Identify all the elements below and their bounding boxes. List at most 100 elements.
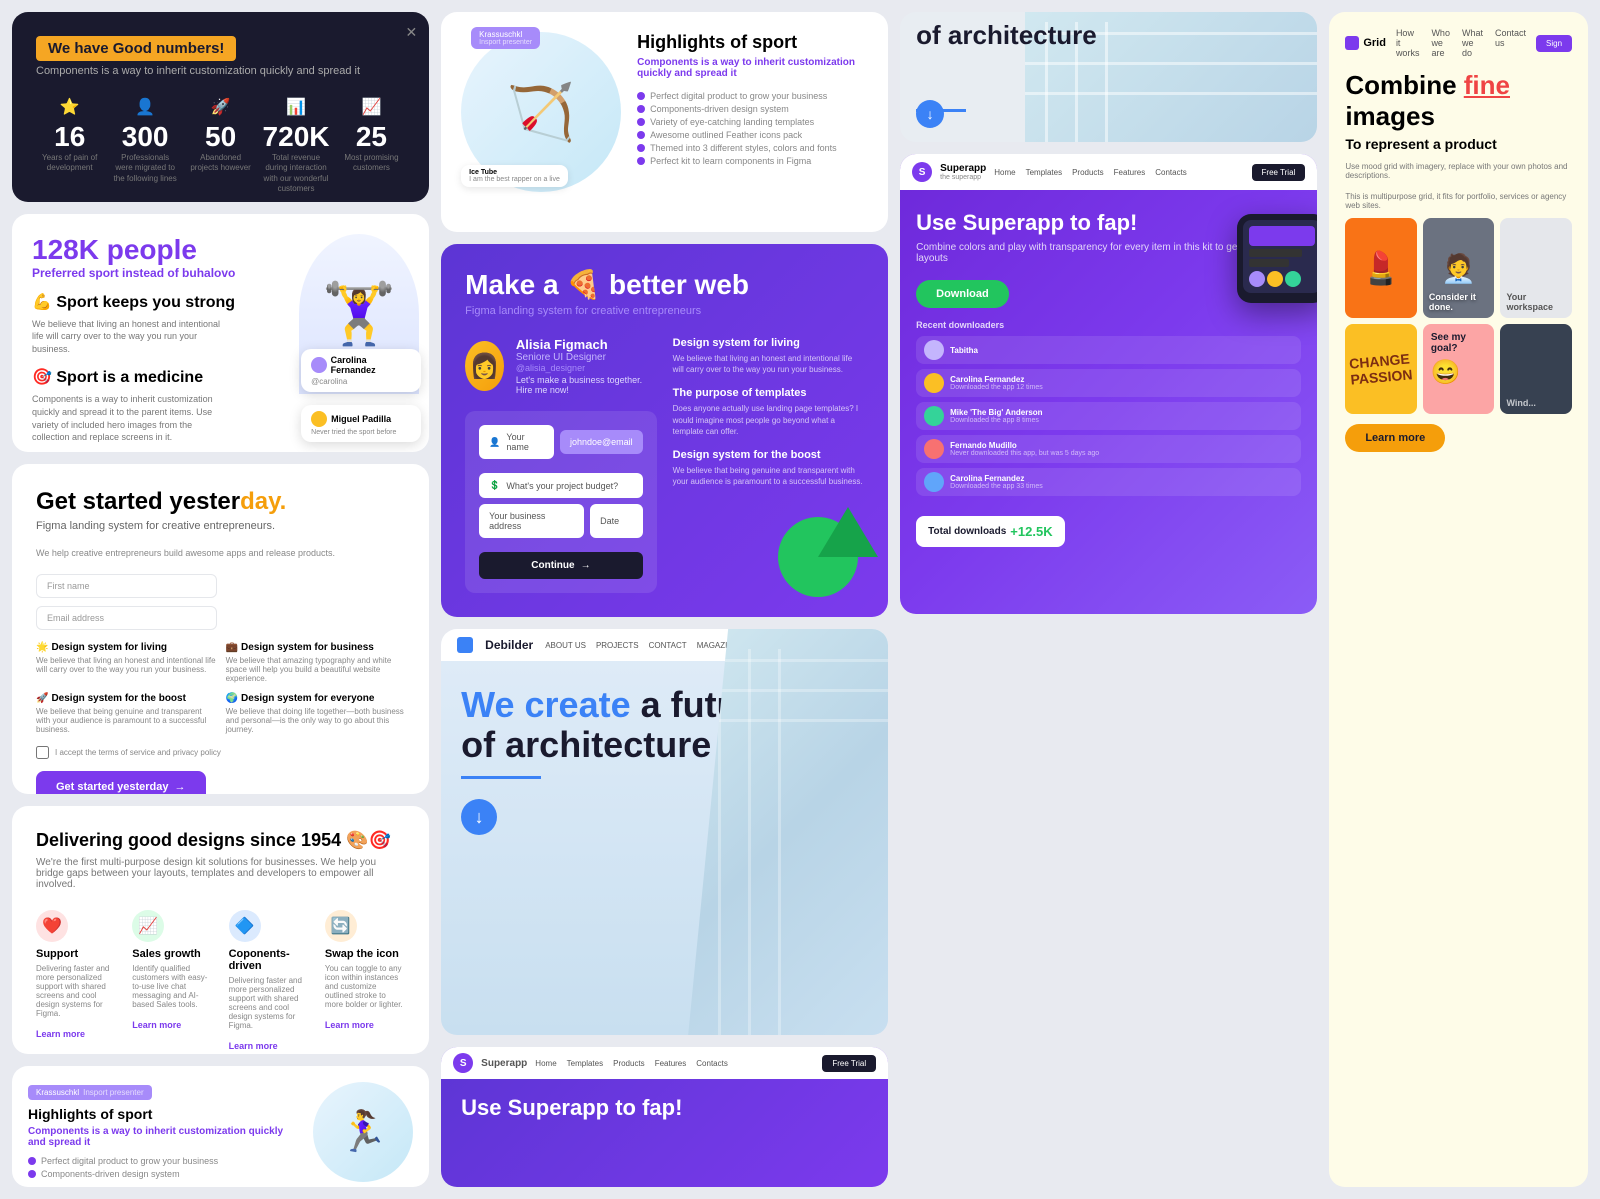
snav-features[interactable]: Features (655, 1059, 687, 1068)
snav-home[interactable]: Home (535, 1059, 556, 1068)
image-grid: 💄 🧑‍💼 Consider it done. Your workspace C… (1345, 218, 1572, 414)
budget-input[interactable]: 💲 What's your project budget? (479, 473, 642, 498)
phone-screen (1243, 220, 1317, 293)
recent-downloaders: Recent downloaders Tabitha Carolina Fern… (916, 320, 1301, 496)
stat-label-prof: Professionals were migrated to the follo… (111, 153, 178, 184)
grid-nav-works[interactable]: How it works (1396, 28, 1420, 58)
user-badge: Krassuschkl Insport presenter (28, 1085, 152, 1100)
continue-button[interactable]: Continue → (479, 552, 642, 579)
hero-badge-2-name: Ice Tube (469, 169, 560, 176)
highlight-image-small: 🏃‍♀️ (313, 1082, 413, 1182)
wind-content: Wind... (1500, 324, 1572, 414)
name-input-row: 👤 Your name johndoe@email (479, 425, 642, 465)
stat-number-prof: 300 (111, 121, 178, 153)
hero-badge-2: Ice Tube I am the best rapper on a live (461, 165, 568, 187)
address-date-row: Your business address Date (479, 504, 642, 544)
grid-signup-button[interactable]: Sign (1536, 35, 1572, 52)
superapp-bottom-cta[interactable]: Free Trial (822, 1055, 876, 1072)
close-icon[interactable]: ✕ (405, 24, 417, 41)
stats-grid: ⭐ 16 Years of pain of development 👤 300 … (36, 97, 405, 195)
profile-info: Alisia Figmach Seniore UI Designer @alis… (516, 337, 657, 395)
phone-bar-3 (1249, 259, 1289, 267)
grid-nav-whatwe[interactable]: What we do (1462, 28, 1483, 58)
download-button[interactable]: Download (916, 280, 1009, 308)
sales-learn-more[interactable]: Learn more (132, 1020, 181, 1030)
components-title: Coponents-driven (229, 948, 309, 972)
snav-products[interactable]: Products (613, 1059, 645, 1068)
terms-checkbox[interactable] (36, 746, 49, 759)
feature-living: 🌟Design system for living We believe tha… (36, 642, 216, 683)
architecture-main-card: Debilder ABOUT US PROJECTS CONTACT MAGAZ… (441, 629, 888, 1035)
email-input[interactable]: Email address (36, 606, 217, 630)
arch-blue-bar (461, 776, 541, 779)
stat-professionals: 👤 300 Professionals were migrated to the… (111, 97, 178, 195)
superapp-cta-button[interactable]: Free Trial (1252, 164, 1306, 181)
snav-templates[interactable]: Templates (567, 1059, 603, 1068)
learn-more-button[interactable]: Learn more (1345, 424, 1445, 452)
profile-handle: @alisia_designer (516, 363, 657, 373)
nav-contact[interactable]: CONTACT (649, 641, 687, 650)
check-dot-1 (28, 1157, 36, 1165)
superapp-nav-features[interactable]: Features (1114, 168, 1146, 177)
downloader-info-1: Carolina Fernandez Downloaded the app 12… (950, 375, 1043, 391)
downloader-avatar-0 (924, 340, 944, 360)
sport-strong-text: We believe that living an honest and int… (32, 318, 232, 356)
downloader-info-2: Mike 'The Big' Anderson Downloaded the a… (950, 408, 1042, 424)
email-input-web[interactable]: johndoe@email (560, 430, 643, 454)
components-learn-more[interactable]: Learn more (229, 1041, 278, 1051)
user-handle-2: Never tried the sport before (311, 429, 411, 436)
img-change: CHANGEPASSION (1345, 324, 1417, 414)
highlights-bottom-tagline: Components is a way to inherit customiza… (28, 1126, 291, 1148)
person-icon: 👤 (489, 437, 500, 448)
form-row-1: First name (36, 574, 405, 598)
stat-label-aband: Abandoned projects however (187, 153, 254, 174)
arch-down-button[interactable]: ↓ (461, 799, 497, 835)
get-started-button[interactable]: Get started yesterday → (36, 771, 206, 793)
date-input[interactable]: Date (590, 504, 643, 538)
stat-icon-years: ⭐ (36, 97, 103, 117)
superapp-nav-home[interactable]: Home (994, 168, 1015, 177)
phone-avatar-3 (1285, 271, 1301, 287)
swap-learn-more[interactable]: Learn more (325, 1020, 374, 1030)
feature-boost-icon: 🚀 (36, 693, 48, 704)
profile-role: Seniore UI Designer (516, 352, 657, 363)
name-input[interactable]: 👤 Your name (479, 425, 554, 459)
arch-top-down-btn[interactable]: ↓ (916, 100, 944, 128)
snav-contacts[interactable]: Contacts (696, 1059, 728, 1068)
support-learn-more[interactable]: Learn more (36, 1029, 85, 1039)
stat-icon-cust: 📈 (338, 97, 405, 117)
grid-header: Grid How it works Who we are What we do … (1345, 28, 1572, 58)
superapp-logo-tagline: the superapp (940, 174, 986, 181)
stat-label-years: Years of pain of development (36, 153, 103, 174)
superapp-nav-products[interactable]: Products (1072, 168, 1104, 177)
total-downloads-badge: Total downloads +12.5K (916, 516, 1064, 547)
sales-title: Sales growth (132, 948, 212, 960)
profile-row: 👩 Alisia Figmach Seniore UI Designer @al… (465, 337, 656, 395)
user-name-2: Miguel Padilla (331, 414, 391, 424)
first-name-input[interactable]: First name (36, 574, 217, 598)
128k-unit: people (107, 234, 197, 265)
nav-about[interactable]: ABOUT US (545, 641, 586, 650)
arch-top-title: of architecture (916, 22, 1317, 48)
grid-nav-contact[interactable]: Contact us (1495, 28, 1526, 58)
hero-badge-name: Krassuschkl (479, 30, 522, 39)
goal-content: See my goal? 😄 (1423, 324, 1495, 395)
lipstick-icon: 💄 (1345, 218, 1417, 318)
highlights-bottom-content: Krassuschkl Insport presenter Highlights… (28, 1082, 291, 1182)
grid-nav-whowe[interactable]: Who we are (1431, 28, 1450, 58)
address-input[interactable]: Your business address (479, 504, 584, 538)
design-features: 🌟Design system for living We believe tha… (36, 642, 405, 734)
phone-bar-1 (1249, 226, 1315, 246)
downloader-avatar-1 (924, 373, 944, 393)
superapp-nav-contacts[interactable]: Contacts (1155, 168, 1187, 177)
downloader-avatar-2 (924, 406, 944, 426)
superapp-nav-templates[interactable]: Templates (1026, 168, 1062, 177)
user-handle-1: @carolina (311, 377, 411, 386)
nav-projects[interactable]: PROJECTS (596, 641, 639, 650)
swap-text: You can toggle to any icon within instan… (325, 964, 405, 1009)
highlights-bottom-title: Highlights of sport (28, 1106, 291, 1122)
grid-nav: How it works Who we are What we do Conta… (1396, 28, 1526, 58)
profile-intro: Let's make a business together. Hire me … (516, 375, 657, 395)
dollar-icon: 💲 (489, 480, 500, 491)
good-designs-title: Delivering good designs since 1954 🎨🎯 (36, 830, 405, 851)
